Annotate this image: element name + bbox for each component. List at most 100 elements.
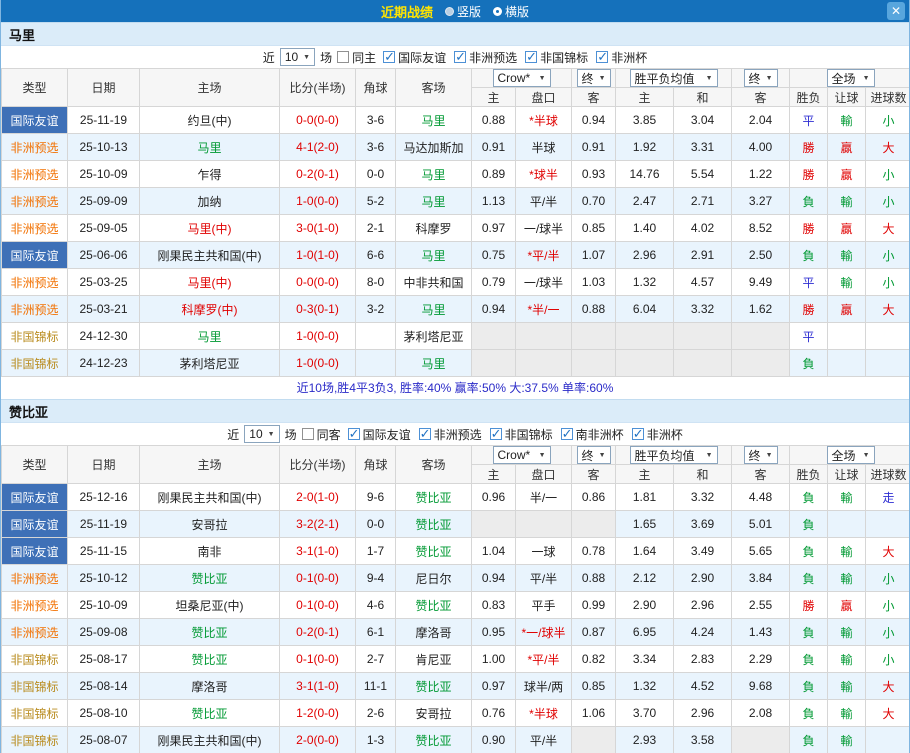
league-filter-checkbox[interactable]: 非国锦标 <box>490 426 553 443</box>
home-odds-cell: 0.83 <box>472 592 516 619</box>
col-type: 类型 <box>2 446 68 484</box>
avg-odds-select[interactable]: 胜平负均值▼ <box>630 446 718 464</box>
match-row: 非洲预选25-09-09加纳1-0(0-0)5-2马里1.13平/半0.702.… <box>2 188 910 215</box>
league-filter-checkbox[interactable]: 国际友谊 <box>383 49 446 66</box>
avg-draw-cell: 3.32 <box>674 484 732 511</box>
avg-away-cell: 9.49 <box>732 269 790 296</box>
same-home-checkbox[interactable]: 同主 <box>337 49 376 66</box>
goals-result-cell: 大 <box>866 134 910 161</box>
team-section-mali: 马里 近 10▼ 场 同主 国际友谊非洲预选非国锦标非洲杯 类 <box>1 22 909 399</box>
match-row: 非洲预选25-10-12赞比亚0-1(0-0)9-4尼日尔0.94平/半0.88… <box>2 565 910 592</box>
handicap-result-cell <box>828 350 866 377</box>
home-odds-cell: 1.04 <box>472 538 516 565</box>
col-goals: 进球数 <box>866 465 910 484</box>
corner-cell: 2-7 <box>356 646 396 673</box>
avg-draw-cell: 2.96 <box>674 592 732 619</box>
league-filter-checkbox[interactable]: 非洲杯 <box>596 49 647 66</box>
horizontal-layout-label: 横版 <box>505 3 529 20</box>
result-cell: 負 <box>790 350 828 377</box>
scope-select[interactable]: 全场▼ <box>827 446 875 464</box>
match-count-select[interactable]: 10▼ <box>280 48 315 66</box>
avg-draw-cell: 2.96 <box>674 700 732 727</box>
avg-home-cell: 3.34 <box>616 646 674 673</box>
score-cell: 3-1(1-0) <box>280 673 356 700</box>
avg-draw-cell: 3.31 <box>674 134 732 161</box>
handicap-cell: 平/半 <box>516 188 572 215</box>
col-date: 日期 <box>68 69 140 107</box>
goals-result-cell <box>866 727 910 753</box>
chevron-down-icon: ▼ <box>863 452 870 459</box>
date-cell: 24-12-23 <box>68 350 140 377</box>
corner-cell: 3-2 <box>356 296 396 323</box>
away-team-cell: 赞比亚 <box>396 673 472 700</box>
checkbox-icon <box>632 428 644 440</box>
vertical-layout-label: 竖版 <box>457 3 481 20</box>
avg-draw-cell: 3.04 <box>674 107 732 134</box>
close-button[interactable]: ✕ <box>887 2 905 20</box>
bookmaker-select[interactable]: Crow*▼ <box>493 446 551 464</box>
result-cell: 負 <box>790 484 828 511</box>
match-row: 非洲预选25-03-25马里(中)0-0(0-0)8-0中非共和国0.79一/球… <box>2 269 910 296</box>
col-handicap: 盘口 <box>516 465 572 484</box>
league-filter-checkbox[interactable]: 非洲预选 <box>419 426 482 443</box>
away-team-cell: 中非共和国 <box>396 269 472 296</box>
col-result: 胜负 <box>790 88 828 107</box>
radio-selected-icon <box>493 7 502 16</box>
same-home-label: 同主 <box>352 49 376 66</box>
avg-final-select[interactable]: 终▼ <box>744 69 778 87</box>
handicap-cell <box>516 350 572 377</box>
avg-away-cell: 5.01 <box>732 511 790 538</box>
chevron-down-icon: ▼ <box>706 452 713 459</box>
league-filter-checkbox[interactable]: 南非洲杯 <box>561 426 624 443</box>
same-away-checkbox[interactable]: 同客 <box>302 426 341 443</box>
league-filter-checkbox[interactable]: 非洲杯 <box>632 426 683 443</box>
home-team-cell: 科摩罗(中) <box>140 296 280 323</box>
chevron-down-icon: ▼ <box>539 452 546 459</box>
avg-draw-cell: 3.49 <box>674 538 732 565</box>
avg-home-cell: 1.65 <box>616 511 674 538</box>
match-row: 非洲预选25-09-08赞比亚0-2(0-1)6-1摩洛哥0.95*一/球半0.… <box>2 619 910 646</box>
near-label: 近 <box>227 426 239 443</box>
avg-home-cell: 2.12 <box>616 565 674 592</box>
result-cell: 負 <box>790 646 828 673</box>
goals-result-cell <box>866 323 910 350</box>
league-filter-checkbox[interactable]: 国际友谊 <box>348 426 411 443</box>
league-label: 国际友谊 <box>363 426 411 443</box>
type-cell: 非洲预选 <box>2 134 68 161</box>
goals-result-cell: 小 <box>866 161 910 188</box>
date-cell: 25-03-21 <box>68 296 140 323</box>
vertical-layout-radio[interactable]: 竖版 <box>445 3 481 20</box>
league-filter-checkbox[interactable]: 非洲预选 <box>454 49 517 66</box>
avg-away-cell: 2.55 <box>732 592 790 619</box>
avg-final-select[interactable]: 终▼ <box>744 446 778 464</box>
avg-odds-select[interactable]: 胜平负均值▼ <box>630 69 718 87</box>
odds-final-select[interactable]: 终▼ <box>577 446 611 464</box>
checkbox-icon <box>348 428 360 440</box>
date-cell: 25-03-25 <box>68 269 140 296</box>
handicap-cell: 半球 <box>516 134 572 161</box>
avg-away-cell: 2.50 <box>732 242 790 269</box>
horizontal-layout-radio[interactable]: 横版 <box>493 3 529 20</box>
handicap-result-cell: 贏 <box>828 592 866 619</box>
checkbox-icon <box>490 428 502 440</box>
handicap-result-cell: 輸 <box>828 484 866 511</box>
away-odds-cell <box>572 511 616 538</box>
score-cell: 0-0(0-0) <box>280 269 356 296</box>
home-team-cell: 坦桑尼亚(中) <box>140 592 280 619</box>
odds-final-select[interactable]: 终▼ <box>577 69 611 87</box>
match-count-select[interactable]: 10▼ <box>244 425 279 443</box>
result-cell: 勝 <box>790 161 828 188</box>
avg-away-cell: 4.00 <box>732 134 790 161</box>
goals-result-cell: 大 <box>866 700 910 727</box>
goals-result-cell: 小 <box>866 619 910 646</box>
type-cell: 非洲预选 <box>2 565 68 592</box>
avg-away-cell: 2.08 <box>732 700 790 727</box>
league-filter-checkbox[interactable]: 非国锦标 <box>525 49 588 66</box>
home-team-cell: 赞比亚 <box>140 619 280 646</box>
result-cell: 勝 <box>790 134 828 161</box>
team-name: 马里 <box>9 25 35 44</box>
handicap-result-cell: 輸 <box>828 269 866 296</box>
scope-select[interactable]: 全场▼ <box>827 69 875 87</box>
corner-cell: 2-6 <box>356 700 396 727</box>
bookmaker-select[interactable]: Crow*▼ <box>493 69 551 87</box>
